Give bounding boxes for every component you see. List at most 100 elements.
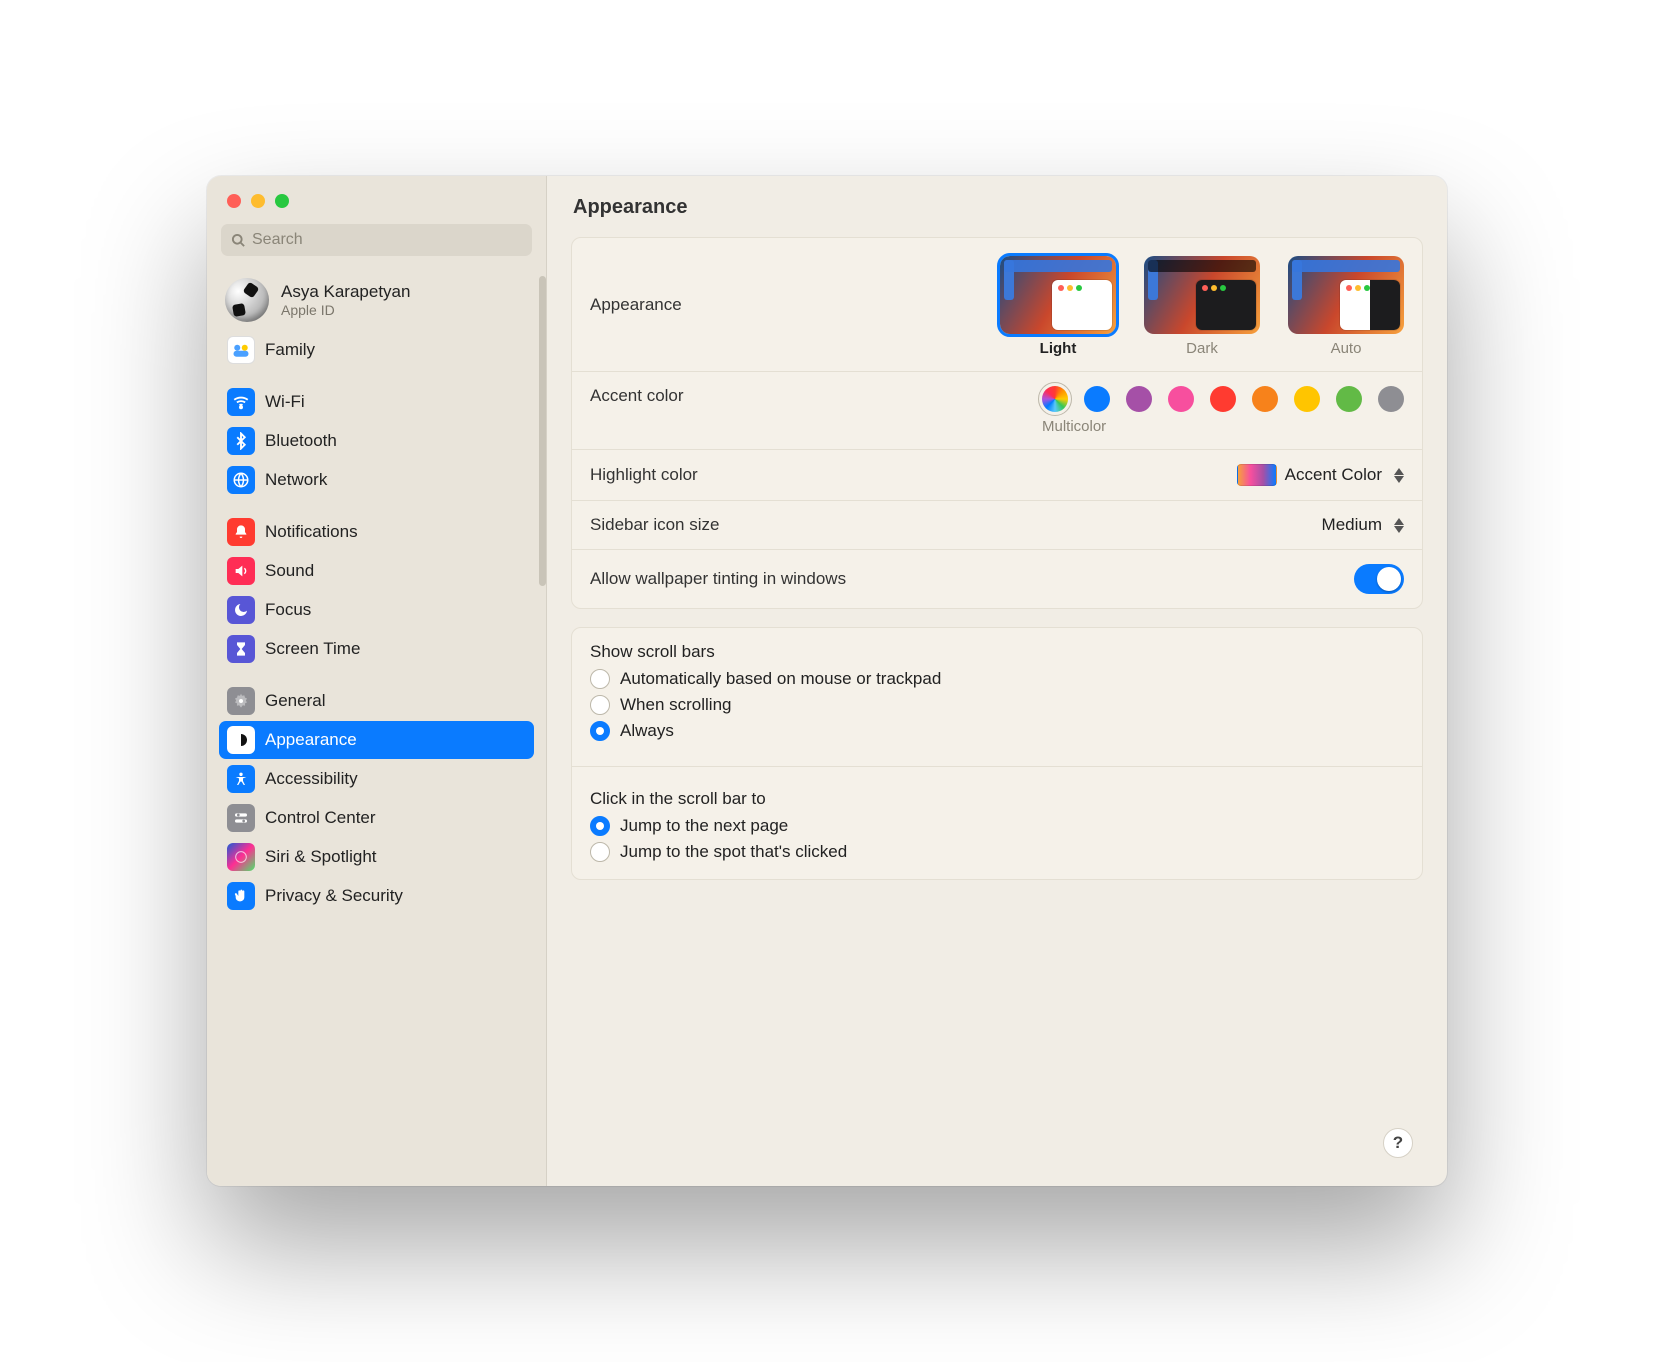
search-icon bbox=[231, 233, 246, 248]
window-controls bbox=[207, 176, 546, 218]
highlight-color-row: Highlight color Accent Color bbox=[572, 450, 1422, 501]
gear-icon bbox=[227, 687, 255, 715]
sidebar-item-focus[interactable]: Focus bbox=[219, 591, 534, 629]
main-content: Appearance Appearance Light bbox=[547, 176, 1447, 1186]
radio-icon bbox=[590, 669, 610, 689]
user-name: Asya Karapetyan bbox=[281, 282, 410, 302]
globe-icon bbox=[227, 466, 255, 494]
scrollbars-option-when-scrolling[interactable]: When scrolling bbox=[572, 692, 1422, 718]
accent-swatches bbox=[1042, 386, 1404, 412]
click-scrollbar-group: Click in the scroll bar to Jump to the n… bbox=[572, 775, 1422, 879]
accent-green[interactable] bbox=[1336, 386, 1362, 412]
speaker-icon bbox=[227, 557, 255, 585]
thumb-auto-icon bbox=[1288, 256, 1404, 334]
appearance-panel: Appearance Light bbox=[571, 237, 1423, 609]
sidebar-item-sound[interactable]: Sound bbox=[219, 552, 534, 590]
help-button[interactable]: ? bbox=[1383, 1128, 1413, 1158]
scrollbar-thumb[interactable] bbox=[539, 276, 546, 586]
radio-icon bbox=[590, 816, 610, 836]
highlight-value: Accent Color bbox=[1285, 465, 1382, 485]
sidebar-item-label: Family bbox=[265, 340, 315, 360]
highlight-color-select[interactable]: Accent Color bbox=[1237, 464, 1404, 486]
thumb-label: Light bbox=[1000, 340, 1116, 357]
sidebar-item-label: Privacy & Security bbox=[265, 886, 403, 906]
appearance-icon bbox=[227, 726, 255, 754]
accent-graphite[interactable] bbox=[1378, 386, 1404, 412]
group-label: Show scroll bars bbox=[572, 628, 1422, 666]
radio-label: Jump to the spot that's clicked bbox=[620, 842, 847, 862]
wallpaper-tinting-toggle[interactable] bbox=[1354, 564, 1404, 594]
thumb-label: Auto bbox=[1288, 340, 1404, 357]
accent-orange[interactable] bbox=[1252, 386, 1278, 412]
sidebar-item-label: Bluetooth bbox=[265, 431, 337, 451]
row-label: Sidebar icon size bbox=[590, 515, 719, 535]
sidebar-item-siri[interactable]: Siri & Spotlight bbox=[219, 838, 534, 876]
sidebar-item-label: Accessibility bbox=[265, 769, 358, 789]
radio-label: When scrolling bbox=[620, 695, 732, 715]
click-scroll-option-next-page[interactable]: Jump to the next page bbox=[572, 813, 1422, 839]
sidebar-item-notifications[interactable]: Notifications bbox=[219, 513, 534, 551]
sidebar-item-wifi[interactable]: Wi-Fi bbox=[219, 383, 534, 421]
sidebar-item-network[interactable]: Network bbox=[219, 461, 534, 499]
sidebar: Asya Karapetyan Apple ID Family Wi-Fi bbox=[207, 176, 547, 1186]
sidebar-item-general[interactable]: General bbox=[219, 682, 534, 720]
sidebar-item-control-center[interactable]: Control Center bbox=[219, 799, 534, 837]
sidebar-item-screen-time[interactable]: Screen Time bbox=[219, 630, 534, 668]
accent-purple[interactable] bbox=[1126, 386, 1152, 412]
scroll-panel: Show scroll bars Automatically based on … bbox=[571, 627, 1423, 880]
sidebar-icon-size-value: Medium bbox=[1322, 515, 1382, 535]
sidebar-item-privacy[interactable]: Privacy & Security bbox=[219, 877, 534, 915]
sidebar-item-label: Control Center bbox=[265, 808, 376, 828]
appearance-option-dark[interactable]: Dark bbox=[1144, 256, 1260, 357]
sidebar-item-appearance[interactable]: Appearance bbox=[219, 721, 534, 759]
sliders-icon bbox=[227, 804, 255, 832]
radio-icon bbox=[590, 842, 610, 862]
highlight-swatch-icon bbox=[1237, 464, 1277, 486]
accent-blue[interactable] bbox=[1084, 386, 1110, 412]
appearance-option-auto[interactable]: Auto bbox=[1288, 256, 1404, 357]
accent-color-row: Accent color Mul bbox=[572, 372, 1422, 450]
appearance-option-light[interactable]: Light bbox=[1000, 256, 1116, 357]
minimize-icon[interactable] bbox=[251, 194, 265, 208]
row-label: Appearance bbox=[590, 295, 682, 315]
sidebar-item-label: Sound bbox=[265, 561, 314, 581]
wallpaper-tinting-row: Allow wallpaper tinting in windows bbox=[572, 550, 1422, 608]
family-icon bbox=[227, 336, 255, 364]
maximize-icon[interactable] bbox=[275, 194, 289, 208]
sidebar-item-accessibility[interactable]: Accessibility bbox=[219, 760, 534, 798]
accent-multicolor[interactable] bbox=[1042, 386, 1068, 412]
settings-window: Asya Karapetyan Apple ID Family Wi-Fi bbox=[207, 176, 1447, 1186]
sidebar-item-label: Focus bbox=[265, 600, 311, 620]
hand-icon bbox=[227, 882, 255, 910]
search-field[interactable] bbox=[221, 224, 532, 256]
user-sub: Apple ID bbox=[281, 302, 410, 318]
accent-red[interactable] bbox=[1210, 386, 1236, 412]
wifi-icon bbox=[227, 388, 255, 416]
accent-pink[interactable] bbox=[1168, 386, 1194, 412]
radio-label: Always bbox=[620, 721, 674, 741]
scrollbars-option-auto[interactable]: Automatically based on mouse or trackpad bbox=[572, 666, 1422, 692]
thumb-light-icon bbox=[1000, 256, 1116, 334]
sidebar-item-bluetooth[interactable]: Bluetooth bbox=[219, 422, 534, 460]
sidebar-item-label: Wi-Fi bbox=[265, 392, 305, 412]
sidebar-icon-size-select[interactable]: Medium bbox=[1322, 515, 1404, 535]
sidebar-item-label: Notifications bbox=[265, 522, 358, 542]
show-scrollbars-group: Show scroll bars Automatically based on … bbox=[572, 628, 1422, 758]
radio-icon bbox=[590, 695, 610, 715]
scrollbars-option-always[interactable]: Always bbox=[572, 718, 1422, 744]
divider bbox=[572, 766, 1422, 767]
sidebar-item-apple-id[interactable]: Asya Karapetyan Apple ID bbox=[219, 272, 534, 330]
row-label: Accent color bbox=[590, 386, 684, 406]
group-label: Click in the scroll bar to bbox=[572, 775, 1422, 813]
sidebar-item-label: Network bbox=[265, 470, 327, 490]
accessibility-icon bbox=[227, 765, 255, 793]
accent-yellow[interactable] bbox=[1294, 386, 1320, 412]
sidebar-scroll: Asya Karapetyan Apple ID Family Wi-Fi bbox=[207, 266, 546, 1186]
radio-label: Jump to the next page bbox=[620, 816, 788, 836]
search-input[interactable] bbox=[252, 231, 522, 249]
sidebar-item-family[interactable]: Family bbox=[219, 331, 534, 369]
close-icon[interactable] bbox=[227, 194, 241, 208]
hourglass-icon bbox=[227, 635, 255, 663]
click-scroll-option-jump-to-spot[interactable]: Jump to the spot that's clicked bbox=[572, 839, 1422, 865]
page-title: Appearance bbox=[547, 176, 1447, 229]
